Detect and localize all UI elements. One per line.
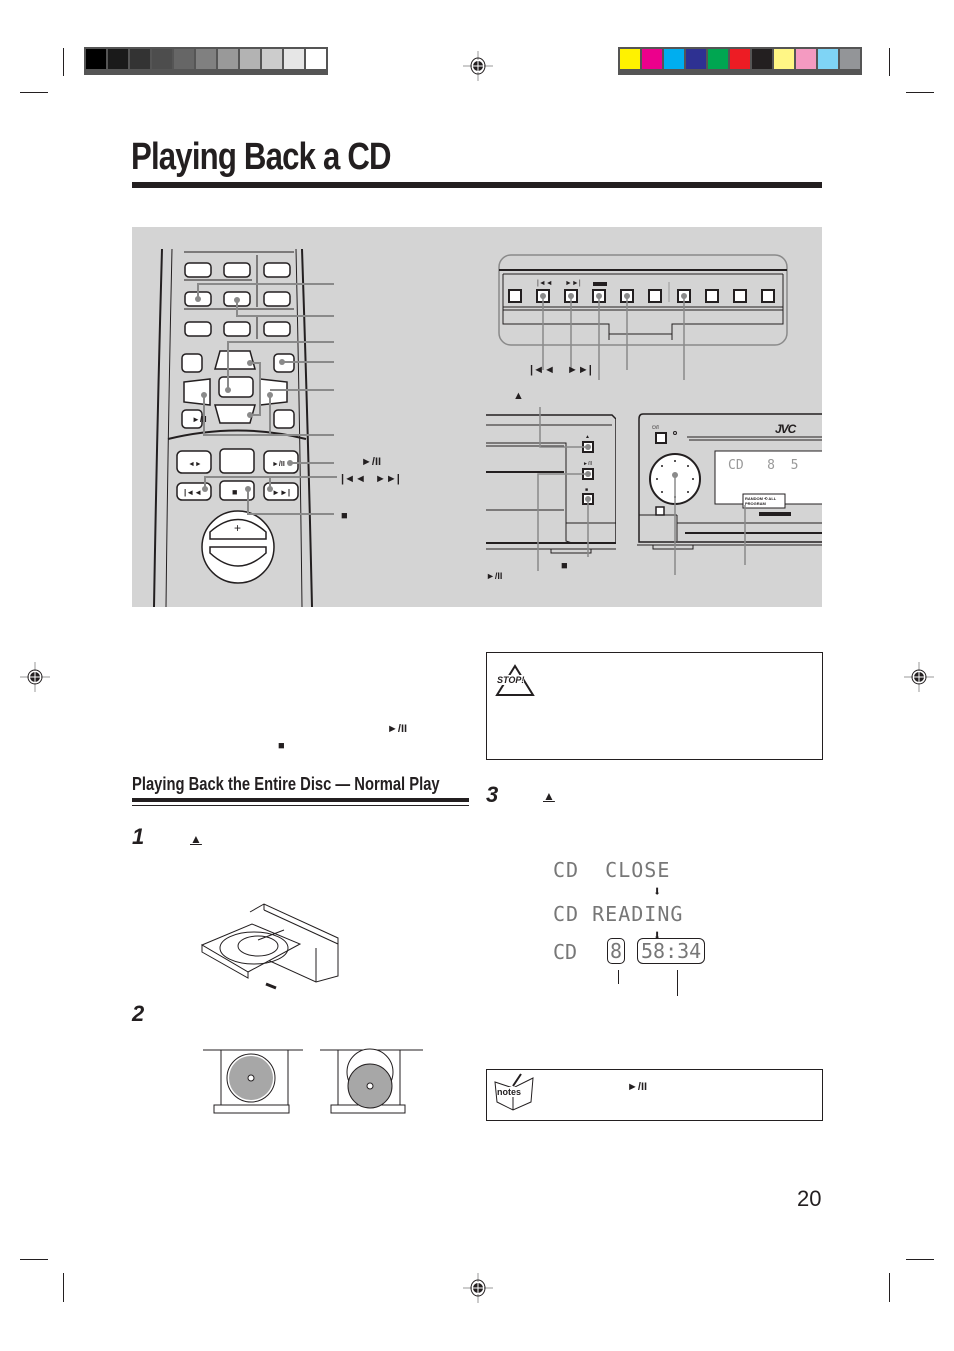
crop-mark bbox=[20, 92, 48, 93]
crop-mark bbox=[889, 1273, 890, 1302]
color-swatch bbox=[152, 49, 172, 69]
time-callout-line bbox=[677, 970, 678, 996]
remote-play-pause-label: ►/II bbox=[361, 456, 382, 468]
color-swatch bbox=[708, 49, 728, 69]
cd-unit-front-illustration: ▲ ►/II ■ bbox=[486, 407, 616, 571]
panel-skip-back-label: |◄◄ bbox=[530, 364, 555, 376]
page-number: 20 bbox=[797, 1186, 822, 1211]
color-swatch bbox=[664, 49, 684, 69]
track-callout-line bbox=[618, 970, 619, 984]
unit-play-pause-label: ►/II bbox=[486, 571, 503, 581]
crop-mark bbox=[20, 1259, 48, 1260]
svg-text:−: − bbox=[235, 559, 242, 573]
process-color-bar bbox=[618, 47, 862, 75]
notes-icon-text: notes bbox=[497, 1087, 522, 1097]
eject-symbol-step3: ▲ bbox=[543, 789, 555, 803]
svg-text:►►|: ►►| bbox=[272, 488, 290, 497]
remote-skip-label: |◄◄ ►►| bbox=[341, 473, 400, 485]
svg-text:►►|: ►►| bbox=[565, 280, 581, 287]
crop-mark bbox=[889, 48, 890, 76]
remote-stop-label: ■ bbox=[341, 510, 348, 522]
section-rule bbox=[132, 798, 469, 802]
disc-tray-open-illustration bbox=[200, 903, 339, 990]
svg-text:◄►: ◄► bbox=[188, 461, 202, 468]
color-swatch bbox=[130, 49, 150, 69]
unit-mode-label-line2: PROGRAM bbox=[745, 501, 766, 506]
color-swatch bbox=[306, 49, 326, 69]
registration-target-icon bbox=[463, 1273, 493, 1303]
color-swatch bbox=[262, 49, 282, 69]
step-3-number: 3 bbox=[486, 782, 499, 807]
color-swatch bbox=[818, 49, 838, 69]
svg-text:■: ■ bbox=[585, 487, 588, 493]
registration-target-icon bbox=[904, 662, 934, 692]
play-pause-symbol: ►/II bbox=[387, 723, 408, 735]
crop-mark bbox=[63, 48, 64, 76]
grayscale-color-bar bbox=[84, 47, 328, 75]
display-result-row: CD 8 58:34 bbox=[553, 938, 706, 966]
display-sequence: CD CLOSE ⬇ CD READING ⬇ CD 8 58:34 bbox=[553, 858, 706, 966]
color-swatch bbox=[642, 49, 662, 69]
svg-text:■: ■ bbox=[232, 487, 237, 497]
color-swatch bbox=[108, 49, 128, 69]
stop-symbol: ■ bbox=[278, 740, 285, 752]
title-rule bbox=[132, 182, 822, 188]
caution-box: STOP! bbox=[486, 652, 823, 760]
color-swatch bbox=[174, 49, 194, 69]
color-swatch bbox=[240, 49, 260, 69]
color-swatch bbox=[796, 49, 816, 69]
down-arrow-icon: ⬇ bbox=[653, 884, 662, 900]
unit-brand-logo: JVC bbox=[775, 422, 796, 436]
controls-figure: ►/II ◄► ►/II |◄◄ ■ ►►| + − ►/II |◄◄ ►►| … bbox=[132, 227, 822, 607]
color-swatch bbox=[686, 49, 706, 69]
svg-text:▲: ▲ bbox=[585, 434, 590, 440]
panel-skip-fwd-label: ►►| bbox=[567, 364, 592, 376]
eject-symbol: ▲ bbox=[190, 832, 202, 846]
color-swatch bbox=[840, 49, 860, 69]
unit-power-label: ⏻/I bbox=[652, 425, 659, 431]
remote-control-illustration: ►/II ◄► ►/II |◄◄ ■ ►►| + − bbox=[153, 248, 337, 607]
color-swatch bbox=[284, 49, 304, 69]
page-title: Playing Back a CD bbox=[131, 136, 392, 178]
total-time-display: 58:34 bbox=[637, 938, 706, 964]
color-swatch bbox=[196, 49, 216, 69]
unit-stop-label: ■ bbox=[561, 560, 568, 572]
top-panel-illustration: |◄◄ ►►| bbox=[498, 254, 788, 380]
color-swatch bbox=[86, 49, 106, 69]
unit-mode-label: RANDOM ⟲ ALL PROGRAM bbox=[745, 496, 776, 506]
disc-placement-incorrect-illustration bbox=[320, 1048, 423, 1114]
step-2-number: 2 bbox=[132, 1001, 145, 1026]
svg-text:►/II: ►/II bbox=[583, 461, 592, 467]
section-rule-thin bbox=[132, 805, 469, 806]
stop-icon-text: STOP! bbox=[497, 675, 525, 685]
step-1-number: 1 bbox=[132, 824, 145, 849]
section-heading: Playing Back the Entire Disc — Normal Pl… bbox=[132, 774, 440, 794]
crop-mark bbox=[906, 92, 934, 93]
svg-text:►/II: ►/II bbox=[272, 461, 285, 468]
crop-mark bbox=[63, 1273, 64, 1302]
color-swatch bbox=[620, 49, 640, 69]
color-swatch bbox=[774, 49, 794, 69]
crop-mark bbox=[906, 1259, 934, 1260]
track-number-display: 8 bbox=[607, 938, 626, 964]
registration-target-icon bbox=[463, 51, 493, 81]
svg-text:|◄◄: |◄◄ bbox=[184, 488, 202, 497]
display-close: CD CLOSE bbox=[553, 858, 671, 882]
svg-text:+: + bbox=[234, 521, 241, 535]
panel-eject-label: ▲ bbox=[513, 390, 524, 402]
color-swatch bbox=[218, 49, 238, 69]
registration-target-icon bbox=[20, 662, 50, 692]
unit-display-text: CD 8 5 bbox=[728, 458, 799, 473]
color-swatch bbox=[752, 49, 772, 69]
notes-play-pause-symbol: ►/II bbox=[627, 1081, 648, 1093]
color-swatch bbox=[730, 49, 750, 69]
notes-box: notes ►/II bbox=[486, 1069, 823, 1121]
display-reading: CD READING bbox=[553, 902, 684, 926]
disc-placement-correct-illustration bbox=[203, 1049, 303, 1114]
display-cd: CD bbox=[553, 940, 578, 964]
svg-text:|◄◄: |◄◄ bbox=[537, 280, 553, 287]
